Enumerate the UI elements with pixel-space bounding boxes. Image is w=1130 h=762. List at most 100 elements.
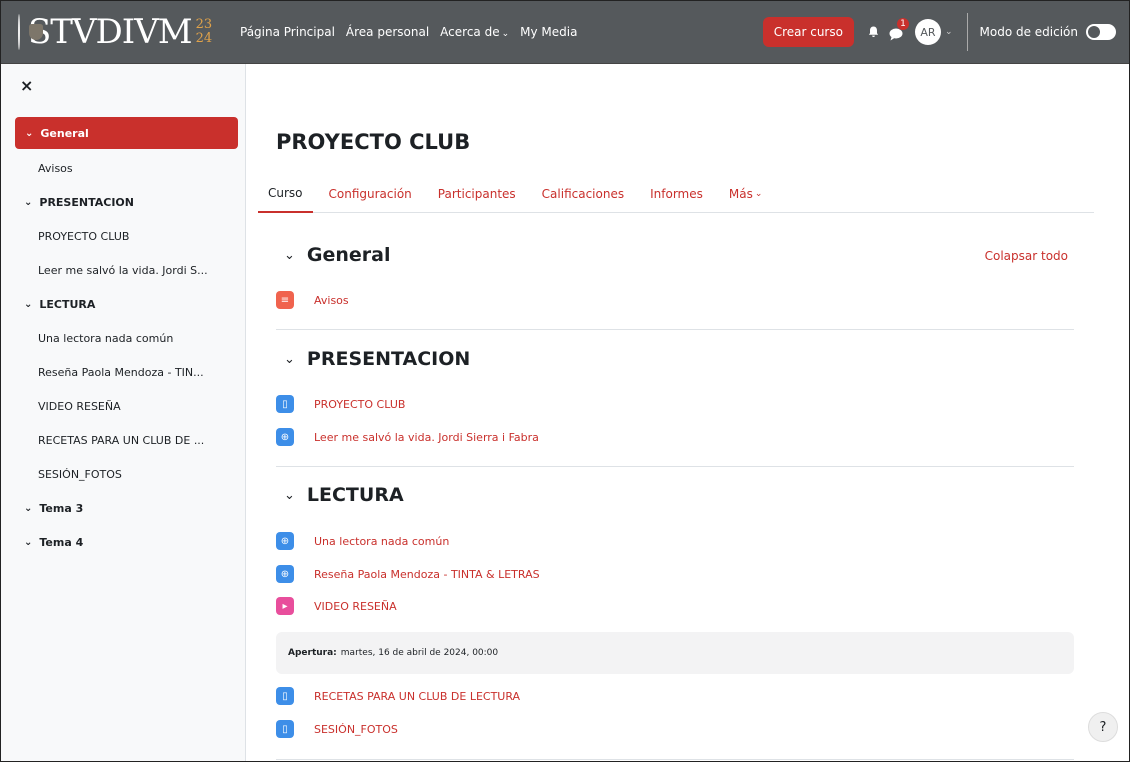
tab-calificaciones[interactable]: Calificaciones <box>532 176 634 213</box>
site-logo[interactable]: STVDIVM 23 24 <box>18 11 212 52</box>
activity-link[interactable]: Leer me salvó la vida. Jordi Sierra i Fa… <box>314 431 539 444</box>
tab-informes[interactable]: Informes <box>640 176 713 213</box>
chevron-down-icon: ⌄ <box>24 502 33 514</box>
nav-link-dashboard[interactable]: Área personal <box>346 25 429 39</box>
activity-link[interactable]: Avisos <box>314 294 349 307</box>
chevron-down-icon: ⌄ <box>501 28 510 39</box>
chevron-down-icon: ⌄ <box>284 487 295 503</box>
bell-icon[interactable] <box>868 26 879 38</box>
navbar-divider <box>966 13 968 51</box>
navbar-right: Crear curso 1 AR ⌄ Modo de edición <box>762 0 1130 64</box>
globe-icon: ⊕ <box>276 428 294 446</box>
logo-wordmark: STVDIVM <box>28 11 193 52</box>
course-index-drawer: × ⌄ General Avisos ⌄ PRESENTACION PROYECTO… <box>0 64 246 762</box>
chevron-down-icon: ⌄ <box>284 351 295 367</box>
restriction-date: martes, 16 de abril de 2024, 00:00 <box>340 648 499 658</box>
main-content: PROYECTO CLUB Curso Configuración Partic… <box>246 64 1130 762</box>
page-title: PROYECTO CLUB <box>276 130 471 154</box>
drawer-item-avisos[interactable]: Avisos <box>0 151 246 185</box>
chevron-down-icon: ⌄ <box>24 196 33 208</box>
restriction-label: Apertura: <box>288 648 337 658</box>
activity-link[interactable]: SESIÓN_FOTOS <box>314 723 398 736</box>
drawer-item-leer-me-salvo[interactable]: Leer me salvó la vida. Jordi S... <box>0 253 246 287</box>
page-icon: ▯ <box>276 687 294 705</box>
activity-link[interactable]: Una lectora nada común <box>314 535 449 548</box>
user-avatar[interactable]: AR <box>914 19 941 45</box>
collapse-all-link[interactable]: Colapsar todo <box>985 249 1068 263</box>
messages-button[interactable]: 1 <box>889 17 909 40</box>
nav-link-home[interactable]: Página Principal <box>240 25 335 39</box>
message-count-badge: 1 <box>896 17 909 30</box>
nav-link-my-media[interactable]: My Media <box>520 25 577 39</box>
drawer-item-recetas[interactable]: RECETAS PARA UN CLUB DE ... <box>0 423 246 457</box>
tab-configuracion[interactable]: Configuración <box>319 176 422 213</box>
top-navbar: STVDIVM 23 24 Página Principal Área pers… <box>0 0 1130 64</box>
section-divider <box>276 329 1074 330</box>
tab-curso[interactable]: Curso <box>258 176 313 213</box>
nav-link-about-label: Acerca de <box>440 24 500 39</box>
activity-proyecto-club[interactable]: ▯ PROYECTO CLUB <box>276 395 405 413</box>
activity-sesion-fotos[interactable]: ▯ SESIÓN_FOTOS <box>276 720 398 738</box>
activity-avisos[interactable]: ≡ Avisos <box>276 291 349 309</box>
course-index-list: ⌄ General Avisos ⌄ PRESENTACION PROYECTO C… <box>0 117 246 559</box>
section-header-presentacion[interactable]: ⌄ PRESENTACION <box>284 348 470 370</box>
drawer-section-label: PRESENTACION <box>39 195 134 209</box>
section-header-general[interactable]: ⌄ General <box>284 244 391 266</box>
drawer-item-video-resena[interactable]: VIDEO RESEÑA <box>0 389 246 423</box>
drawer-item-sesion-fotos[interactable]: SESIÓN_FOTOS <box>0 457 246 491</box>
drawer-section-tema-3[interactable]: ⌄ Tema 3 <box>0 491 246 525</box>
logo-year-bottom: 24 <box>195 30 213 46</box>
activity-link[interactable]: Reseña Paola Mendoza - TINTA & LETRAS <box>314 568 540 581</box>
help-button[interactable]: ? <box>1088 712 1118 742</box>
page-icon: ▯ <box>276 395 294 413</box>
activity-link[interactable]: RECETAS PARA UN CLUB DE LECTURA <box>314 690 520 703</box>
page-icon: ▯ <box>276 720 294 738</box>
tab-mas[interactable]: Más ⌄ <box>719 176 773 213</box>
activity-resena-paola[interactable]: ⊕ Reseña Paola Mendoza - TINTA & LETRAS <box>276 565 540 583</box>
drawer-item-resena-paola[interactable]: Reseña Paola Mendoza - TIN... <box>0 355 246 389</box>
globe-icon: ⊕ <box>276 565 294 583</box>
section-title: PRESENTACION <box>306 348 471 370</box>
drawer-item-proyecto-club[interactable]: PROYECTO CLUB <box>0 219 246 253</box>
availability-restriction: Apertura: martes, 16 de abril de 2024, 0… <box>276 632 1074 674</box>
section-header-lectura[interactable]: ⌄ LECTURA <box>284 484 404 506</box>
globe-icon: ⊕ <box>276 532 294 550</box>
primary-navigation: Página Principal Área personal Acerca de… <box>240 25 588 39</box>
tab-mas-label: Más <box>728 187 753 201</box>
activity-link[interactable]: PROYECTO CLUB <box>314 398 405 411</box>
course-tabs: Curso Configuración Participantes Califi… <box>258 176 1094 213</box>
drawer-section-lectura[interactable]: ⌄ LECTURA <box>0 287 246 321</box>
section-divider <box>276 466 1074 467</box>
drawer-section-tema-4[interactable]: ⌄ Tema 4 <box>0 525 246 559</box>
logo-year-top: 23 <box>195 16 213 32</box>
drawer-section-label: Tema 3 <box>39 501 84 515</box>
chevron-down-icon: ⌄ <box>24 536 33 548</box>
edit-mode-toggle[interactable] <box>1086 24 1116 40</box>
forum-icon: ≡ <box>276 291 294 309</box>
section-title: General <box>306 244 391 266</box>
activity-leer-me-salvo[interactable]: ⊕ Leer me salvó la vida. Jordi Sierra i … <box>276 428 539 446</box>
drawer-section-label: General <box>40 126 89 140</box>
section-title: LECTURA <box>306 484 404 506</box>
activity-link[interactable]: VIDEO RESEÑA <box>314 600 397 613</box>
create-course-button[interactable]: Crear curso <box>762 17 854 47</box>
chevron-down-icon: ⌄ <box>24 298 33 310</box>
video-file-icon: ▸ <box>276 597 294 615</box>
nav-link-about[interactable]: Acerca de ⌄ <box>440 25 509 39</box>
chevron-down-icon: ⌄ <box>754 189 763 199</box>
user-menu-chevron-down-icon[interactable]: ⌄ <box>945 27 953 37</box>
drawer-section-general[interactable]: ⌄ General <box>15 117 238 149</box>
activity-recetas[interactable]: ▯ RECETAS PARA UN CLUB DE LECTURA <box>276 687 520 705</box>
drawer-section-label: Tema 4 <box>39 535 84 549</box>
logo-years: 23 24 <box>195 16 213 46</box>
drawer-item-una-lectora[interactable]: Una lectora nada común <box>0 321 246 355</box>
tab-participantes[interactable]: Participantes <box>428 176 526 213</box>
section-divider <box>276 759 1074 760</box>
activity-una-lectora[interactable]: ⊕ Una lectora nada común <box>276 532 449 550</box>
chevron-down-icon: ⌄ <box>284 247 295 263</box>
drawer-section-label: LECTURA <box>39 297 96 311</box>
drawer-section-presentacion[interactable]: ⌄ PRESENTACION <box>0 185 246 219</box>
edit-mode-label: Modo de edición <box>979 25 1079 39</box>
activity-video-resena[interactable]: ▸ VIDEO RESEÑA <box>276 597 397 615</box>
close-drawer-icon[interactable]: × <box>20 76 33 95</box>
